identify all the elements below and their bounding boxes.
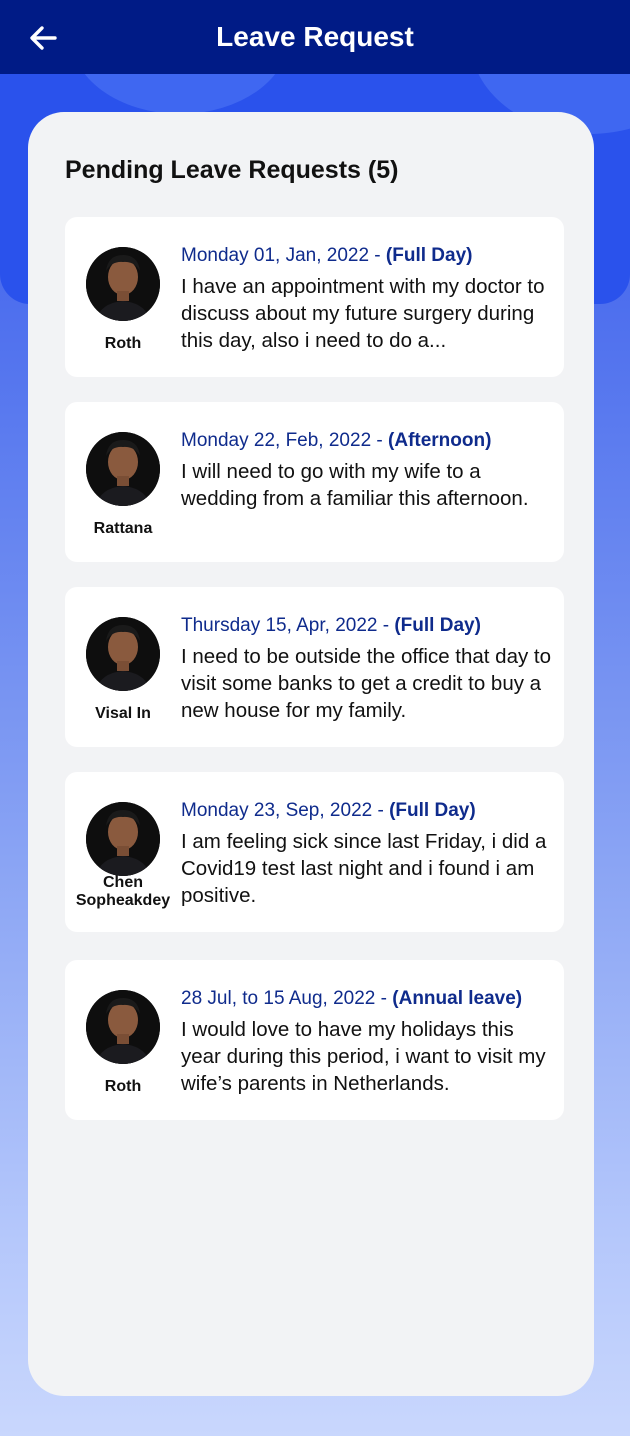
leave-type: (Full Day) bbox=[389, 800, 476, 821]
leave-reason: I need to be outside the office that day… bbox=[181, 645, 552, 722]
avatar bbox=[86, 802, 160, 876]
leave-type: (Full Day) bbox=[394, 615, 481, 636]
person-photo-icon bbox=[86, 247, 160, 321]
request-item[interactable]: Roth Monday 01, Jan, 2022 - (Full Day) I… bbox=[65, 217, 564, 377]
app-bar: Leave Request bbox=[0, 0, 630, 74]
pending-requests-card: Pending Leave Requests (5) Roth Monday 0… bbox=[28, 112, 594, 1396]
person-photo-icon bbox=[86, 802, 160, 876]
page-title: Leave Request bbox=[216, 21, 414, 52]
avatar bbox=[86, 990, 160, 1064]
leave-reason: I will need to go with my wife to a wedd… bbox=[181, 460, 529, 510]
request-list: Roth Monday 01, Jan, 2022 - (Full Day) I… bbox=[65, 217, 564, 1145]
leave-date: Monday 01, Jan, 2022 - bbox=[181, 245, 386, 266]
leave-date: 28 Jul, to 15 Aug, 2022 - bbox=[181, 988, 393, 1009]
avatar bbox=[86, 617, 160, 691]
leave-type: (Afternoon) bbox=[388, 430, 492, 451]
section-title: Pending Leave Requests (5) bbox=[65, 156, 399, 184]
avatar bbox=[86, 247, 160, 321]
leave-reason: I would love to have my holidays this ye… bbox=[181, 1018, 546, 1095]
request-item[interactable]: Visal In Thursday 15, Apr, 2022 - (Full … bbox=[65, 587, 564, 747]
leave-reason: I am feeling sick since last Friday, i d… bbox=[181, 830, 547, 907]
leave-date-line: Monday 22, Feb, 2022 - (Afternoon) bbox=[181, 428, 553, 454]
leave-date: Thursday 15, Apr, 2022 - bbox=[181, 615, 395, 636]
leave-date-line: 28 Jul, to 15 Aug, 2022 - (Annual leave) bbox=[181, 986, 553, 1012]
leave-type: (Annual leave) bbox=[392, 988, 523, 1009]
leave-date-line: Monday 23, Sep, 2022 - (Full Day) bbox=[181, 798, 553, 824]
employee-name: Roth bbox=[104, 335, 142, 352]
employee-name: Chen Sopheakdey bbox=[75, 874, 171, 909]
person-photo-icon bbox=[86, 617, 160, 691]
employee-name: Rattana bbox=[93, 520, 153, 537]
leave-date-line: Monday 01, Jan, 2022 - (Full Day) bbox=[181, 243, 553, 269]
leave-info: Thursday 15, Apr, 2022 - (Full Day) I ne… bbox=[181, 613, 553, 724]
leave-date: Monday 23, Sep, 2022 - bbox=[181, 800, 390, 821]
leave-info: 28 Jul, to 15 Aug, 2022 - (Annual leave)… bbox=[181, 986, 553, 1097]
employee-name: Visal In bbox=[95, 705, 151, 722]
leave-date: Monday 22, Feb, 2022 - bbox=[181, 430, 389, 451]
request-item[interactable]: Chen Sopheakdey Monday 23, Sep, 2022 - (… bbox=[65, 772, 564, 932]
leave-info: Monday 01, Jan, 2022 - (Full Day) I have… bbox=[181, 243, 553, 354]
employee-name: Roth bbox=[104, 1078, 142, 1095]
leave-date-line: Thursday 15, Apr, 2022 - (Full Day) bbox=[181, 613, 553, 639]
arrow-left-icon bbox=[30, 26, 57, 50]
avatar bbox=[86, 432, 160, 506]
request-item[interactable]: Rattana Monday 22, Feb, 2022 - (Afternoo… bbox=[65, 402, 564, 562]
person-photo-icon bbox=[86, 432, 160, 506]
leave-type: (Full Day) bbox=[385, 245, 473, 266]
back-button[interactable] bbox=[22, 17, 64, 59]
leave-info: Monday 22, Feb, 2022 - (Afternoon) I wil… bbox=[181, 428, 553, 512]
person-photo-icon bbox=[86, 990, 160, 1064]
leave-info: Monday 23, Sep, 2022 - (Full Day) I am f… bbox=[181, 798, 553, 909]
leave-reason: I have an appointment with my doctor to … bbox=[181, 275, 545, 352]
request-item[interactable]: Roth 28 Jul, to 15 Aug, 2022 - (Annual l… bbox=[65, 960, 564, 1120]
